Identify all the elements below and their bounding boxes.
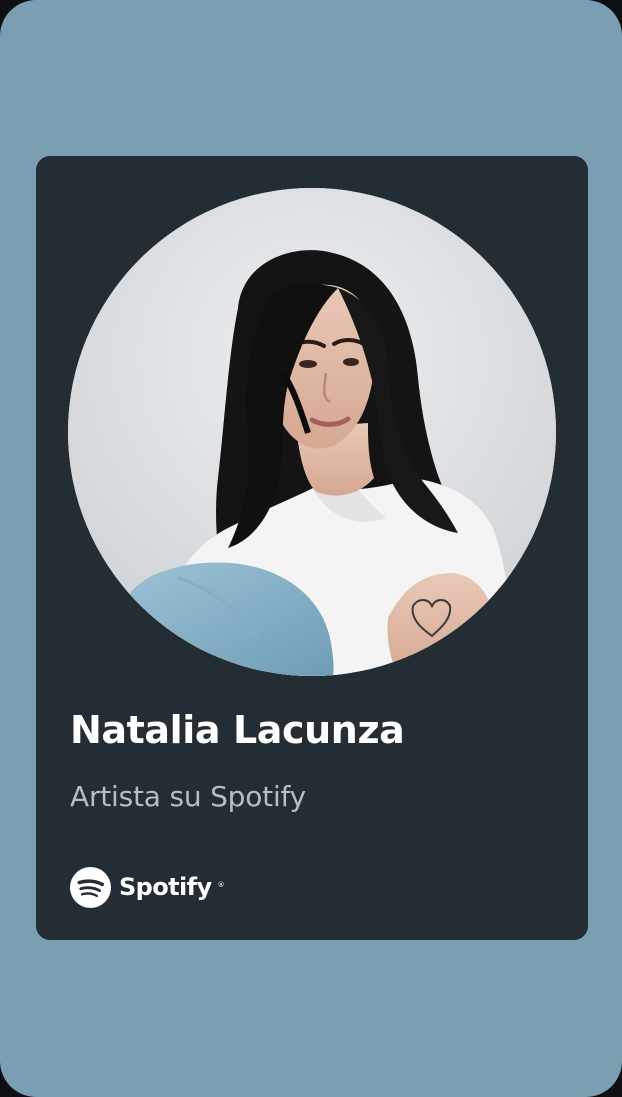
artist-photo: [68, 188, 556, 676]
artist-subtitle: Artista su Spotify: [70, 780, 307, 813]
spotify-brand: Spotify ®: [70, 866, 227, 908]
artist-name: Natalia Lacunza: [70, 708, 405, 752]
spotify-logo-icon: [70, 866, 111, 908]
registered-mark: ®: [217, 881, 225, 889]
artist-share-card[interactable]: Natalia Lacunza Artista su Spotify Spoti…: [36, 156, 588, 940]
story-share-background: Natalia Lacunza Artista su Spotify Spoti…: [0, 0, 622, 1097]
spotify-wordmark: Spotify: [119, 873, 212, 901]
